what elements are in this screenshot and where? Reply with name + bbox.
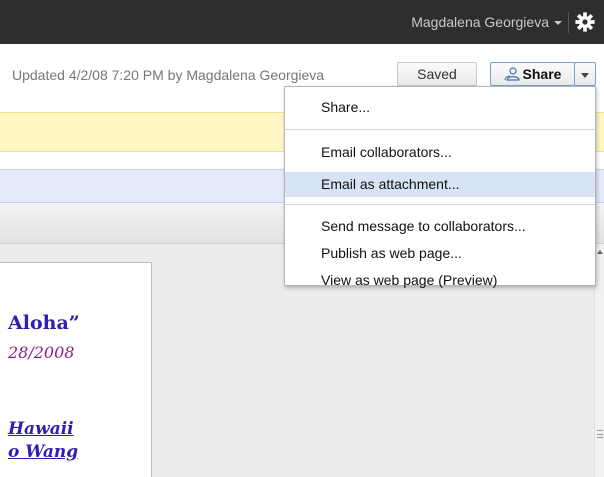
menu-item-publish-web-page[interactable]: Publish as web page... [285,241,595,266]
topbar-divider [568,12,569,33]
scroll-grip-icon[interactable] [597,430,603,438]
share-dropdown-toggle[interactable] [574,62,596,86]
menu-item-send-message[interactable]: Send message to collaborators... [285,214,595,239]
menu-divider [285,204,595,205]
triangle-down-icon [581,73,589,78]
menu-divider [285,129,595,130]
user-account-menu[interactable]: Magdalena Georgieva [411,0,562,44]
document-heading: Aloha” [8,312,80,334]
document-link[interactable]: o Wang [8,442,78,462]
share-menu: Share... Email collaborators... Email as… [284,86,596,288]
menu-item-share[interactable]: Share... [285,95,595,120]
document-date: 28/2008 [8,343,75,362]
top-bar: Magdalena Georgieva [0,0,604,44]
user-name: Magdalena Georgieva [411,14,549,30]
scroll-up-icon[interactable] [597,250,603,254]
menu-item-view-web-page[interactable]: View as web page (Preview) [285,268,595,293]
last-updated-text: Updated 4/2/08 7:20 PM by Magdalena Geor… [12,67,325,83]
chevron-down-icon [554,21,562,25]
saved-button[interactable]: Saved [397,62,477,86]
menu-item-email-collaborators[interactable]: Email collaborators... [285,140,595,165]
share-button[interactable]: Share [490,62,575,86]
share-people-icon [504,67,520,81]
gear-icon[interactable] [574,11,596,33]
share-label: Share [522,66,562,82]
menu-item-email-as-attachment[interactable]: Email as attachment... [285,172,595,197]
document-page[interactable]: Aloha” 28/2008 Hawaii o Wang [0,262,152,477]
document-link[interactable]: Hawaii [8,419,74,439]
